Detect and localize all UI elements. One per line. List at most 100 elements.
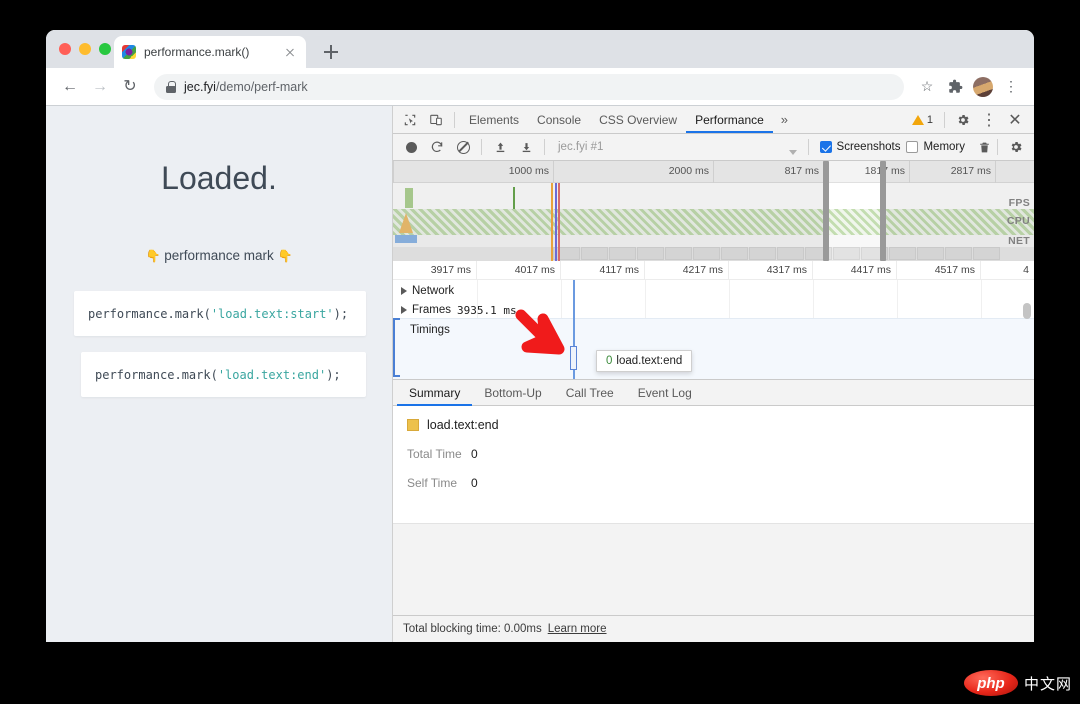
- record-button[interactable]: [398, 136, 424, 158]
- back-icon[interactable]: ←: [56, 73, 84, 101]
- page-subtitle-text: performance mark: [164, 248, 274, 263]
- avatar[interactable]: [970, 74, 996, 100]
- browser-toolbar: ← → ↻ jec.fyi/demo/perf-mark ☆ ⋮: [46, 68, 1034, 106]
- details-tab-bar: Summary Bottom-Up Call Tree Event Log: [393, 379, 1034, 406]
- reload-icon[interactable]: ↻: [116, 73, 144, 101]
- code-1-prefix: performance.mark(: [88, 306, 211, 321]
- stat-self-time: Self Time 0: [407, 476, 1034, 490]
- checkbox-icon: [819, 141, 832, 153]
- gear-icon[interactable]: [950, 109, 976, 131]
- flamechart-tooltip: 0 load.text:end: [596, 350, 693, 372]
- browser-tab[interactable]: performance.mark(): [114, 36, 306, 68]
- flame-tick: 3917 ms: [430, 264, 471, 276]
- flame-tick: 4217 ms: [682, 264, 723, 276]
- devtools-tab-bar: Elements Console CSS Overview Performanc…: [393, 106, 1034, 134]
- track-frames-label: Frames: [412, 304, 451, 316]
- memory-label: Memory: [923, 141, 965, 153]
- event-color-swatch: [407, 419, 419, 431]
- warning-triangle-icon: [911, 114, 924, 125]
- divider: [807, 139, 809, 155]
- bookmark-star-icon[interactable]: ☆: [914, 74, 940, 100]
- divider: [454, 111, 455, 128]
- overview-window-handle-left[interactable]: [823, 161, 829, 261]
- device-toolbar-icon[interactable]: [423, 109, 449, 131]
- tab-summary[interactable]: Summary: [397, 380, 472, 406]
- devtools-menu-icon[interactable]: ⋮: [976, 109, 1002, 131]
- url-host: jec.fyi: [184, 79, 216, 94]
- tab-performance[interactable]: Performance: [686, 106, 773, 133]
- tab-bottom-up[interactable]: Bottom-Up: [472, 380, 553, 406]
- code-1-suffix: );: [333, 306, 349, 321]
- stat-self-time-value: 0: [471, 476, 478, 490]
- url-text: jec.fyi/demo/perf-mark: [184, 80, 308, 94]
- code-2-string: 'load.text:end': [217, 367, 327, 382]
- minimize-window-button[interactable]: [79, 43, 91, 55]
- learn-more-link[interactable]: Learn more: [548, 623, 607, 635]
- summary-content: load.text:end Total Time 0 Self Time 0: [393, 406, 1034, 523]
- save-profile-button[interactable]: [513, 136, 539, 158]
- flamechart-scrollbar[interactable]: [1023, 303, 1031, 319]
- tooltip-label: load.text:end: [616, 355, 683, 367]
- total-blocking-time: Total blocking time: 0.00ms: [403, 623, 542, 635]
- code-block-start: performance.mark('load.text:start');: [74, 291, 366, 336]
- overview-marker-fp: [558, 183, 560, 261]
- tab-console[interactable]: Console: [528, 106, 590, 133]
- url-path: /demo/perf-mark: [215, 79, 308, 94]
- divider: [944, 111, 945, 128]
- timeline-overview[interactable]: 1000 ms 2000 ms 817 ms 1817 ms 2817 ms 3…: [393, 161, 1034, 261]
- performance-details-drawer: Summary Bottom-Up Call Tree Event Log lo…: [393, 379, 1034, 642]
- stat-total-time-label: Total Time: [407, 447, 462, 461]
- divider: [481, 139, 482, 155]
- tab-css-overview[interactable]: CSS Overview: [590, 106, 686, 133]
- tab-event-log[interactable]: Event Log: [626, 380, 704, 406]
- capture-settings-gear-icon[interactable]: [1003, 136, 1029, 158]
- extensions-puzzle-icon[interactable]: [942, 74, 968, 100]
- browser-menu-icon[interactable]: ⋮: [998, 74, 1024, 100]
- page-title: Loaded.: [161, 160, 277, 196]
- warning-count: 1: [926, 113, 933, 126]
- screenshots-label: Screenshots: [836, 141, 901, 153]
- flame-chart[interactable]: 3917 ms 4017 ms 4117 ms 4217 ms 4317 ms …: [393, 261, 1034, 379]
- summary-event-title: load.text:end: [407, 418, 1034, 432]
- divider: [544, 139, 545, 155]
- php-logo: php: [963, 670, 1018, 696]
- flame-tick: 4517 ms: [934, 264, 975, 276]
- session-value: jec.fyi #1: [558, 141, 604, 153]
- performance-control-bar: jec.fyi #1 Screenshots Memory: [393, 134, 1034, 161]
- flame-tick: 4417 ms: [850, 264, 891, 276]
- forward-icon[interactable]: →: [86, 73, 114, 101]
- maximize-window-button[interactable]: [99, 43, 111, 55]
- more-tabs-icon[interactable]: »: [773, 112, 796, 127]
- page-subtitle: 👇 performance mark 👇: [46, 248, 392, 263]
- summary-event-name: load.text:end: [427, 418, 499, 432]
- track-frames-value: 3935.1 ms: [456, 303, 517, 317]
- address-bar[interactable]: jec.fyi/demo/perf-mark: [154, 73, 904, 100]
- track-network[interactable]: Network: [393, 282, 1034, 300]
- close-icon[interactable]: [282, 44, 298, 60]
- close-window-button[interactable]: [59, 43, 71, 55]
- trash-icon[interactable]: [971, 136, 997, 158]
- screenshots-checkbox[interactable]: Screenshots: [819, 141, 901, 153]
- reload-and-record-button[interactable]: [424, 136, 450, 158]
- tab-title: performance.mark(): [144, 45, 250, 59]
- stat-total-time-value: 0: [471, 447, 478, 461]
- drawer-empty-area: [393, 523, 1034, 615]
- warning-badge[interactable]: 1: [906, 114, 939, 126]
- stat-total-time: Total Time 0: [407, 447, 1034, 461]
- tab-elements[interactable]: Elements: [460, 106, 528, 133]
- track-frames[interactable]: Frames 3935.1 ms: [393, 301, 1034, 319]
- close-devtools-icon[interactable]: ✕: [1002, 109, 1028, 131]
- inspect-cursor-icon[interactable]: [397, 109, 423, 131]
- flame-tick: 4: [1023, 264, 1029, 276]
- overview-window-handle-right[interactable]: [880, 161, 886, 261]
- flame-tick: 4317 ms: [766, 264, 807, 276]
- track-timings-label: Timings: [410, 324, 450, 336]
- session-dropdown[interactable]: jec.fyi #1: [550, 141, 803, 155]
- clear-button[interactable]: [450, 136, 476, 158]
- tab-call-tree[interactable]: Call Tree: [554, 380, 626, 406]
- new-tab-button[interactable]: [318, 39, 344, 65]
- memory-checkbox[interactable]: Memory: [906, 141, 965, 153]
- lock-icon: [166, 80, 176, 93]
- load-profile-button[interactable]: [487, 136, 513, 158]
- overview-marker-load: [555, 183, 557, 261]
